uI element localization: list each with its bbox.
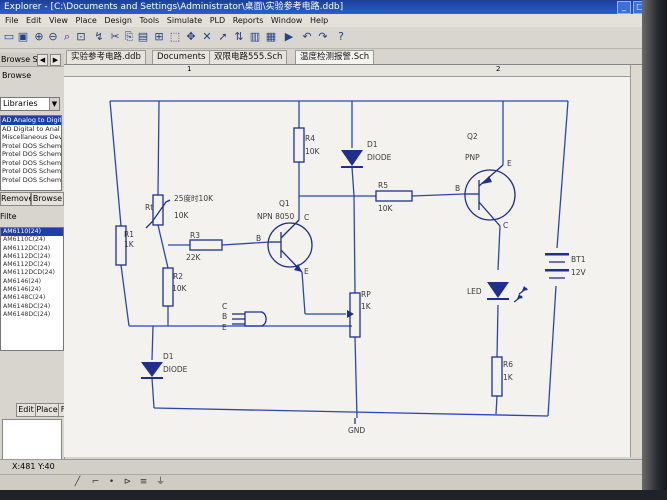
label-r1-name: R1 <box>124 230 134 239</box>
transistor-q2[interactable] <box>464 169 516 221</box>
port-tool-icon[interactable]: ⊳ <box>122 477 133 488</box>
label-q1-type: NPN 8050 <box>257 212 294 221</box>
label-pkg-e: E <box>222 323 227 332</box>
label-q2-pin-c: C <box>503 221 508 230</box>
label-d1-top-name: D1 <box>367 140 378 149</box>
thermistor-rt[interactable] <box>152 194 164 226</box>
label-d1-bottom-name: D1 <box>163 352 174 361</box>
label-r5-name: R5 <box>378 181 388 190</box>
label-r4-name: R4 <box>305 134 315 143</box>
label-q2-name: Q2 <box>467 132 478 141</box>
led[interactable] <box>487 282 509 298</box>
junction-tool-icon[interactable]: • <box>106 477 117 488</box>
label-q2-pin-e: E <box>507 159 512 168</box>
label-r1-value: 1K <box>124 240 135 249</box>
bottom-toolbar: ╱ ⌐ • ⊳ ≡ ⏚ <box>0 474 667 491</box>
label-r4-value: 10K <box>305 147 321 156</box>
label-rt-name: Rt <box>145 203 153 212</box>
label-rp-name: RP <box>361 290 371 299</box>
bus-tool-icon[interactable]: ⌐ <box>90 477 101 488</box>
wire-tool-icon[interactable]: ╱ <box>72 477 83 488</box>
screen: Explorer - [C:\Documents and Settings\Ad… <box>0 0 667 500</box>
label-d1-bottom-value: DIODE <box>163 365 188 374</box>
label-pkg-c: C <box>222 302 227 311</box>
label-r2-value: 10K <box>172 284 188 293</box>
label-q1-pin-c: C <box>304 213 309 222</box>
label-rp-value: 1K <box>361 302 372 311</box>
label-r3-name: R3 <box>190 231 200 240</box>
diode-d1-top[interactable] <box>341 150 363 166</box>
label-bt1-name: BT1 <box>571 255 586 264</box>
status-bar: X:481 Y:40 <box>0 459 667 474</box>
components <box>115 127 569 424</box>
label-q1-pin-e: E <box>304 267 309 276</box>
label-r5-value: 10K <box>378 204 394 213</box>
monitor-bezel-bottom <box>0 490 667 500</box>
label-r3-value: 22K <box>186 253 202 262</box>
label-rt-value2: 10K <box>174 211 190 220</box>
schematic-drawing: R1 1K Rt 25度时10K 10K R2 10K R3 22K R4 10… <box>109 100 587 435</box>
transistor-package <box>244 311 267 327</box>
label-q1-pin-b: B <box>256 234 261 243</box>
resistor-r6[interactable] <box>491 356 503 397</box>
power-tool-icon[interactable]: ⏚ <box>155 477 166 488</box>
netlabel-tool-icon[interactable]: ≡ <box>138 477 149 488</box>
label-q1-name: Q1 <box>279 199 290 208</box>
monitor-bezel-right <box>642 0 667 500</box>
label-r6-value: 1K <box>503 373 514 382</box>
label-r2-name: R2 <box>173 272 183 281</box>
label-pkg-b: B <box>222 312 227 321</box>
label-bt1-value: 12V <box>571 268 587 277</box>
resistor-r4[interactable] <box>293 127 305 163</box>
label-q2-pin-b: B <box>455 184 460 193</box>
label-r6-name: R6 <box>503 360 513 369</box>
label-led-name: LED <box>467 287 482 296</box>
resistor-r3[interactable] <box>189 239 223 251</box>
cursor-coordinates: X:481 Y:40 <box>12 462 55 471</box>
label-q2-type: PNP <box>465 153 480 162</box>
resistor-r5[interactable] <box>375 190 413 202</box>
label-d1-top-value: DIODE <box>367 153 392 162</box>
diode-d1-bottom[interactable] <box>141 362 163 377</box>
label-gnd: GND <box>348 426 365 435</box>
label-rt-value: 25度时10K <box>174 193 214 203</box>
